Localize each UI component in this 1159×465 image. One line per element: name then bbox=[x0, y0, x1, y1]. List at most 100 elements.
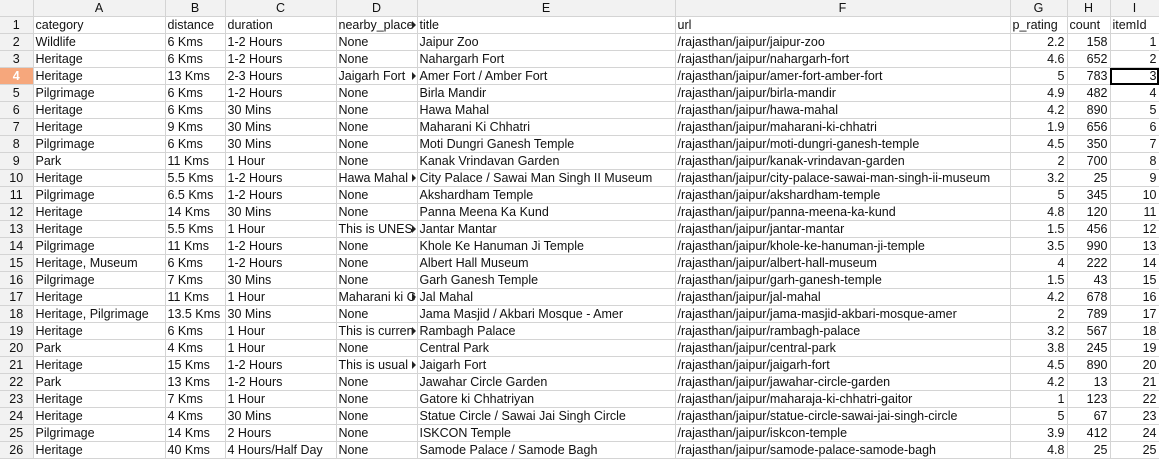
cell-distance[interactable]: 7 Kms bbox=[165, 390, 226, 408]
cell-count[interactable]: 783 bbox=[1067, 67, 1111, 85]
cell-p-rating[interactable]: 3.2 bbox=[1010, 322, 1068, 340]
cell-title[interactable]: Akshardham Temple bbox=[417, 186, 676, 204]
cell-count[interactable]: 567 bbox=[1067, 322, 1111, 340]
cell-p-rating[interactable]: 4.2 bbox=[1010, 101, 1068, 119]
cell-p-rating[interactable]: 3.9 bbox=[1010, 424, 1068, 442]
cell-count[interactable]: 652 bbox=[1067, 50, 1111, 68]
cell-duration[interactable]: 1-2 Hours bbox=[225, 373, 337, 391]
cell-distance[interactable]: 6 Kms bbox=[165, 254, 226, 272]
cell-distance[interactable]: 15 Kms bbox=[165, 356, 226, 374]
cell-itemid[interactable]: 18 bbox=[1110, 322, 1159, 340]
cell-distance[interactable]: 6 Kms bbox=[165, 50, 226, 68]
cell-itemid[interactable]: 8 bbox=[1110, 152, 1159, 170]
cell-distance[interactable]: 11 Kms bbox=[165, 237, 226, 255]
cell-category[interactable]: Heritage bbox=[33, 322, 166, 340]
cell-duration[interactable]: 30 Mins bbox=[225, 203, 337, 221]
cell-category[interactable]: Heritage bbox=[33, 288, 166, 306]
cell-p-rating[interactable]: 4.2 bbox=[1010, 288, 1068, 306]
row-header[interactable]: 19 bbox=[0, 322, 34, 340]
cell-url[interactable]: /rajasthan/jaipur/jaigarh-fort bbox=[675, 356, 1011, 374]
cell-p-rating[interactable]: 4.2 bbox=[1010, 373, 1068, 391]
cell-itemid[interactable]: 6 bbox=[1110, 118, 1159, 136]
cell-itemid[interactable]: 25 bbox=[1110, 441, 1159, 459]
cell-duration[interactable]: 1 Hour bbox=[225, 322, 337, 340]
cell-title[interactable]: Nahargarh Fort bbox=[417, 50, 676, 68]
cell-title[interactable]: Jawahar Circle Garden bbox=[417, 373, 676, 391]
cell-p-rating[interactable]: 3.8 bbox=[1010, 339, 1068, 357]
cell-header-itemid[interactable]: itemId bbox=[1110, 16, 1159, 34]
row-header[interactable]: 26 bbox=[0, 441, 34, 459]
cell-itemid[interactable]: 10 bbox=[1110, 186, 1159, 204]
cell-title[interactable]: Jaipur Zoo bbox=[417, 33, 676, 51]
cell-p-rating[interactable]: 1.9 bbox=[1010, 118, 1068, 136]
cell-nearby-place[interactable]: None bbox=[336, 237, 418, 255]
cell-itemid[interactable]: 16 bbox=[1110, 288, 1159, 306]
cell-p-rating[interactable]: 1.5 bbox=[1010, 271, 1068, 289]
cell-category[interactable]: Heritage bbox=[33, 118, 166, 136]
cell-category[interactable]: Heritage bbox=[33, 220, 166, 238]
cell-duration[interactable]: 1 Hour bbox=[225, 390, 337, 408]
cell-p-rating[interactable]: 4.6 bbox=[1010, 50, 1068, 68]
row-header[interactable]: 8 bbox=[0, 135, 34, 153]
cell-duration[interactable]: 1 Hour bbox=[225, 339, 337, 357]
cell-category[interactable]: Heritage, Pilgrimage bbox=[33, 305, 166, 323]
cell-url[interactable]: /rajasthan/jaipur/moti-dungri-ganesh-tem… bbox=[675, 135, 1011, 153]
cell-itemid[interactable]: 13 bbox=[1110, 237, 1159, 255]
cell-title[interactable]: Khole Ke Hanuman Ji Temple bbox=[417, 237, 676, 255]
cell-count[interactable]: 13 bbox=[1067, 373, 1111, 391]
cell-title[interactable]: Gatore ki Chhatriyan bbox=[417, 390, 676, 408]
cell-itemid[interactable]: 2 bbox=[1110, 50, 1159, 68]
cell-url[interactable]: /rajasthan/jaipur/statue-circle-sawai-ja… bbox=[675, 407, 1011, 425]
cell-distance[interactable]: 6 Kms bbox=[165, 322, 226, 340]
cell-header-title[interactable]: title bbox=[417, 16, 676, 34]
cell-itemid[interactable]: 12 bbox=[1110, 220, 1159, 238]
row-header[interactable]: 18 bbox=[0, 305, 34, 323]
cell-nearby-place[interactable]: None bbox=[336, 254, 418, 272]
cell-duration[interactable]: 30 Mins bbox=[225, 407, 337, 425]
cell-count[interactable]: 890 bbox=[1067, 356, 1111, 374]
cell-url[interactable]: /rajasthan/jaipur/iskcon-temple bbox=[675, 424, 1011, 442]
cell-duration[interactable]: 2-3 Hours bbox=[225, 67, 337, 85]
row-header[interactable]: 9 bbox=[0, 152, 34, 170]
cell-count[interactable]: 700 bbox=[1067, 152, 1111, 170]
cell-category[interactable]: Pilgrimage bbox=[33, 186, 166, 204]
cell-category[interactable]: Heritage bbox=[33, 50, 166, 68]
cell-itemid[interactable]: 20 bbox=[1110, 356, 1159, 374]
cell-nearby-place[interactable]: Hawa Mahal bbox=[336, 169, 418, 187]
cell-duration[interactable]: 30 Mins bbox=[225, 101, 337, 119]
row-header[interactable]: 25 bbox=[0, 424, 34, 442]
cell-duration[interactable]: 1 Hour bbox=[225, 220, 337, 238]
cell-title[interactable]: Central Park bbox=[417, 339, 676, 357]
cell-p-rating[interactable]: 4.9 bbox=[1010, 84, 1068, 102]
select-all-corner[interactable] bbox=[0, 0, 34, 17]
cell-category[interactable]: Pilgrimage bbox=[33, 84, 166, 102]
cell-url[interactable]: /rajasthan/jaipur/jaipur-zoo bbox=[675, 33, 1011, 51]
cell-header-category[interactable]: category bbox=[33, 16, 166, 34]
cell-nearby-place[interactable]: This is usual bbox=[336, 356, 418, 374]
cell-category[interactable]: Heritage, Museum bbox=[33, 254, 166, 272]
row-header[interactable]: 16 bbox=[0, 271, 34, 289]
cell-p-rating[interactable]: 5 bbox=[1010, 186, 1068, 204]
cell-nearby-place[interactable]: None bbox=[336, 50, 418, 68]
cell-nearby-place[interactable]: None bbox=[336, 424, 418, 442]
cell-nearby-place[interactable]: None bbox=[336, 152, 418, 170]
cell-count[interactable]: 245 bbox=[1067, 339, 1111, 357]
cell-category[interactable]: Heritage bbox=[33, 441, 166, 459]
cell-p-rating[interactable]: 3.2 bbox=[1010, 169, 1068, 187]
cell-duration[interactable]: 1 Hour bbox=[225, 152, 337, 170]
cell-count[interactable]: 120 bbox=[1067, 203, 1111, 221]
row-header[interactable]: 11 bbox=[0, 186, 34, 204]
cell-category[interactable]: Wildlife bbox=[33, 33, 166, 51]
cell-p-rating[interactable]: 1.5 bbox=[1010, 220, 1068, 238]
cell-count[interactable]: 222 bbox=[1067, 254, 1111, 272]
cell-nearby-place[interactable]: None bbox=[336, 271, 418, 289]
cell-duration[interactable]: 1 Hour bbox=[225, 288, 337, 306]
cell-count[interactable]: 67 bbox=[1067, 407, 1111, 425]
cell-title[interactable]: Albert Hall Museum bbox=[417, 254, 676, 272]
cell-category[interactable]: Park bbox=[33, 339, 166, 357]
cell-title[interactable]: Samode Palace / Samode Bagh bbox=[417, 441, 676, 459]
cell-count[interactable]: 25 bbox=[1067, 169, 1111, 187]
cell-title[interactable]: Hawa Mahal bbox=[417, 101, 676, 119]
row-header[interactable]: 2 bbox=[0, 33, 34, 51]
cell-title[interactable]: Maharani Ki Chhatri bbox=[417, 118, 676, 136]
